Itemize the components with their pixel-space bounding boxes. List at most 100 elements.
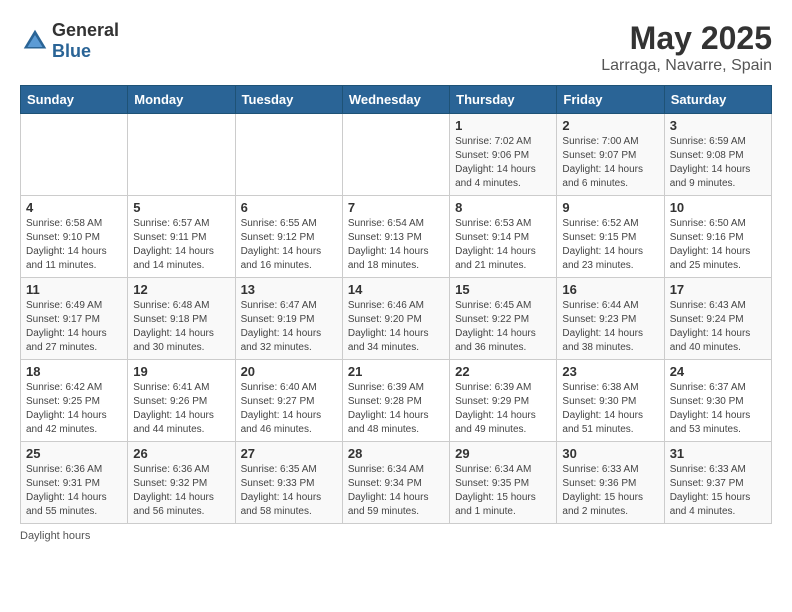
day-info: Sunrise: 6:49 AM Sunset: 9:17 PM Dayligh… [26,299,122,355]
day-info: Sunrise: 6:42 AM Sunset: 9:25 PM Dayligh… [26,381,122,437]
day-info: Sunrise: 6:33 AM Sunset: 9:37 PM Dayligh… [670,463,766,519]
calendar-cell: 19 Sunrise: 6:41 AM Sunset: 9:26 PM Dayli… [128,360,235,442]
calendar-header: SundayMondayTuesdayWednesdayThursdayFrid… [21,86,772,114]
calendar-week-4: 18 Sunrise: 6:42 AM Sunset: 9:25 PM Dayli… [21,360,772,442]
calendar-cell: 4 Sunrise: 6:58 AM Sunset: 9:10 PM Daylig… [21,196,128,278]
calendar-cell: 2 Sunrise: 7:00 AM Sunset: 9:07 PM Daylig… [557,114,664,196]
day-info: Sunrise: 6:40 AM Sunset: 9:27 PM Dayligh… [241,381,337,437]
month-title: May 2025 [601,20,772,57]
calendar-cell: 11 Sunrise: 6:49 AM Sunset: 9:17 PM Dayli… [21,278,128,360]
day-info: Sunrise: 6:33 AM Sunset: 9:36 PM Dayligh… [562,463,658,519]
day-number: 8 [455,200,551,215]
calendar-cell: 25Sunrise: 6:36 AM Sunset: 9:31 PM Dayli… [21,442,128,524]
calendar-cell: 16 Sunrise: 6:44 AM Sunset: 9:23 PM Dayli… [557,278,664,360]
logo-icon [20,26,50,56]
day-info: Sunrise: 6:45 AM Sunset: 9:22 PM Dayligh… [455,299,551,355]
calendar-cell [21,114,128,196]
day-header-sunday: Sunday [21,86,128,114]
calendar-cell: 27Sunrise: 6:35 AM Sunset: 9:33 PM Dayli… [235,442,342,524]
location-subtitle: Larraga, Navarre, Spain [601,57,772,75]
calendar-cell: 9 Sunrise: 6:52 AM Sunset: 9:15 PM Daylig… [557,196,664,278]
footer-note: Daylight hours [20,530,772,542]
day-number: 13 [241,282,337,297]
footer-daylight-label: Daylight hours [20,530,90,542]
logo-blue-text: Blue [52,41,119,62]
day-info: Sunrise: 6:46 AM Sunset: 9:20 PM Dayligh… [348,299,444,355]
day-info: Sunrise: 6:38 AM Sunset: 9:30 PM Dayligh… [562,381,658,437]
day-info: Sunrise: 7:00 AM Sunset: 9:07 PM Dayligh… [562,135,658,191]
calendar-cell: 7 Sunrise: 6:54 AM Sunset: 9:13 PM Daylig… [342,196,449,278]
day-info: Sunrise: 6:43 AM Sunset: 9:24 PM Dayligh… [670,299,766,355]
day-number: 5 [133,200,229,215]
day-number: 27 [241,446,337,461]
calendar-cell: 31 Sunrise: 6:33 AM Sunset: 9:37 PM Dayli… [664,442,771,524]
day-number: 31 [670,446,766,461]
calendar-cell: 20Sunrise: 6:40 AM Sunset: 9:27 PM Dayli… [235,360,342,442]
day-number: 1 [455,118,551,133]
day-info: Sunrise: 6:34 AM Sunset: 9:35 PM Dayligh… [455,463,551,519]
day-header-wednesday: Wednesday [342,86,449,114]
calendar-cell: 5 Sunrise: 6:57 AM Sunset: 9:11 PM Daylig… [128,196,235,278]
day-info: Sunrise: 6:44 AM Sunset: 9:23 PM Dayligh… [562,299,658,355]
logo-text: General Blue [52,20,119,62]
day-info: Sunrise: 6:48 AM Sunset: 9:18 PM Dayligh… [133,299,229,355]
title-block: May 2025 Larraga, Navarre, Spain [601,20,772,75]
calendar-cell: 8 Sunrise: 6:53 AM Sunset: 9:14 PM Daylig… [450,196,557,278]
day-info: Sunrise: 6:34 AM Sunset: 9:34 PM Dayligh… [348,463,444,519]
page-header: General Blue May 2025 Larraga, Navarre, … [20,20,772,75]
day-info: Sunrise: 6:47 AM Sunset: 9:19 PM Dayligh… [241,299,337,355]
calendar-cell: 18 Sunrise: 6:42 AM Sunset: 9:25 PM Dayli… [21,360,128,442]
day-info: Sunrise: 6:52 AM Sunset: 9:15 PM Dayligh… [562,217,658,273]
calendar-cell: 6Sunrise: 6:55 AM Sunset: 9:12 PM Daylig… [235,196,342,278]
day-number: 19 [133,364,229,379]
day-number: 3 [670,118,766,133]
day-header-monday: Monday [128,86,235,114]
day-number: 25 [26,446,122,461]
calendar-cell [342,114,449,196]
day-number: 18 [26,364,122,379]
day-number: 15 [455,282,551,297]
day-info: Sunrise: 6:55 AM Sunset: 9:12 PM Dayligh… [241,217,337,273]
day-info: Sunrise: 6:53 AM Sunset: 9:14 PM Dayligh… [455,217,551,273]
calendar-cell [128,114,235,196]
calendar-cell: 30 Sunrise: 6:33 AM Sunset: 9:36 PM Dayli… [557,442,664,524]
day-number: 22 [455,364,551,379]
day-info: Sunrise: 6:57 AM Sunset: 9:11 PM Dayligh… [133,217,229,273]
day-number: 10 [670,200,766,215]
day-number: 30 [562,446,658,461]
calendar-cell: 13 Sunrise: 6:47 AM Sunset: 9:19 PM Dayli… [235,278,342,360]
calendar-cell: 15 Sunrise: 6:45 AM Sunset: 9:22 PM Dayli… [450,278,557,360]
calendar-cell: 28Sunrise: 6:34 AM Sunset: 9:34 PM Dayli… [342,442,449,524]
day-header-friday: Friday [557,86,664,114]
day-number: 12 [133,282,229,297]
calendar-body: 1Sunrise: 7:02 AM Sunset: 9:06 PM Daylig… [21,114,772,524]
day-number: 4 [26,200,122,215]
calendar-cell: 1Sunrise: 7:02 AM Sunset: 9:06 PM Daylig… [450,114,557,196]
day-info: Sunrise: 6:54 AM Sunset: 9:13 PM Dayligh… [348,217,444,273]
day-number: 21 [348,364,444,379]
day-number: 11 [26,282,122,297]
calendar-cell: 3 Sunrise: 6:59 AM Sunset: 9:08 PM Daylig… [664,114,771,196]
calendar-cell: 24Sunrise: 6:37 AM Sunset: 9:30 PM Dayli… [664,360,771,442]
day-number: 7 [348,200,444,215]
day-info: Sunrise: 6:59 AM Sunset: 9:08 PM Dayligh… [670,135,766,191]
day-info: Sunrise: 6:39 AM Sunset: 9:29 PM Dayligh… [455,381,551,437]
day-number: 26 [133,446,229,461]
day-number: 16 [562,282,658,297]
calendar-cell: 17 Sunrise: 6:43 AM Sunset: 9:24 PM Dayli… [664,278,771,360]
logo: General Blue [20,20,119,62]
day-info: Sunrise: 6:58 AM Sunset: 9:10 PM Dayligh… [26,217,122,273]
day-number: 17 [670,282,766,297]
day-info: Sunrise: 6:41 AM Sunset: 9:26 PM Dayligh… [133,381,229,437]
calendar-table: SundayMondayTuesdayWednesdayThursdayFrid… [20,85,772,524]
day-number: 29 [455,446,551,461]
calendar-week-3: 11 Sunrise: 6:49 AM Sunset: 9:17 PM Dayli… [21,278,772,360]
day-number: 2 [562,118,658,133]
day-info: Sunrise: 6:37 AM Sunset: 9:30 PM Dayligh… [670,381,766,437]
day-number: 9 [562,200,658,215]
calendar-week-5: 25Sunrise: 6:36 AM Sunset: 9:31 PM Dayli… [21,442,772,524]
calendar-cell: 21Sunrise: 6:39 AM Sunset: 9:28 PM Dayli… [342,360,449,442]
calendar-week-2: 4 Sunrise: 6:58 AM Sunset: 9:10 PM Daylig… [21,196,772,278]
header-row: SundayMondayTuesdayWednesdayThursdayFrid… [21,86,772,114]
calendar-cell: 12 Sunrise: 6:48 AM Sunset: 9:18 PM Dayli… [128,278,235,360]
